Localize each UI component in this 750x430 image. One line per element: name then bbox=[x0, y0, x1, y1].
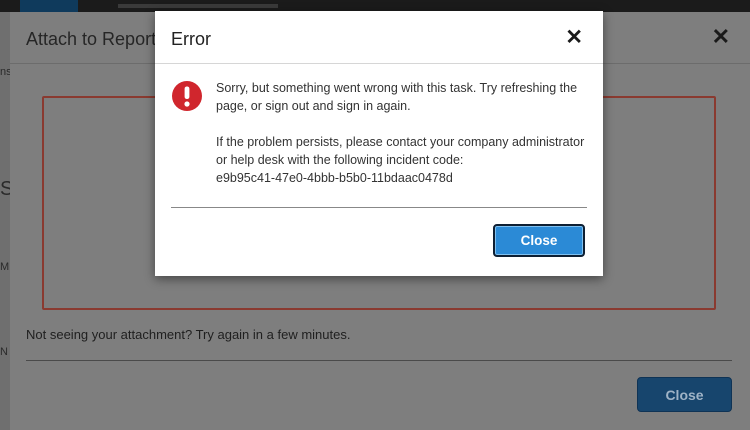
error-message-instructions: If the problem persists, please contact … bbox=[216, 135, 585, 167]
app-active-tab[interactable] bbox=[20, 0, 78, 12]
background-text-fragment: N bbox=[0, 346, 8, 358]
background-page-strip: ns S M N bbox=[0, 12, 10, 430]
error-message-primary: Sorry, but something went wrong with thi… bbox=[216, 81, 578, 113]
error-message: Sorry, but something went wrong with thi… bbox=[216, 79, 586, 187]
error-message-secondary: If the problem persists, please contact … bbox=[216, 133, 586, 187]
background-text-fragment: ns bbox=[0, 66, 10, 78]
attach-close-button[interactable]: Close bbox=[637, 377, 732, 412]
incident-code: e9b95c41-47e0-4bbb-b5b0-11bdaac0478d bbox=[216, 171, 453, 185]
app-nav-items bbox=[118, 4, 278, 8]
error-close-button[interactable]: Close bbox=[493, 224, 585, 257]
close-icon[interactable]: ✕ bbox=[565, 27, 583, 49]
attach-dialog-title: Attach to Report bbox=[26, 29, 157, 49]
error-exclamation-icon bbox=[172, 81, 202, 111]
background-text-fragment: S bbox=[0, 178, 10, 200]
attach-dialog-divider bbox=[26, 360, 732, 361]
error-modal-title: Error bbox=[171, 29, 211, 49]
error-modal-divider bbox=[171, 207, 587, 208]
close-icon[interactable]: ✕ bbox=[712, 26, 730, 48]
error-modal: Error ✕ Sorry, but something went wrong … bbox=[155, 11, 603, 276]
attachment-help-text: Not seeing your attachment? Try again in… bbox=[26, 327, 351, 342]
background-text-fragment: M bbox=[0, 261, 10, 273]
error-modal-header: Error ✕ bbox=[155, 11, 603, 64]
